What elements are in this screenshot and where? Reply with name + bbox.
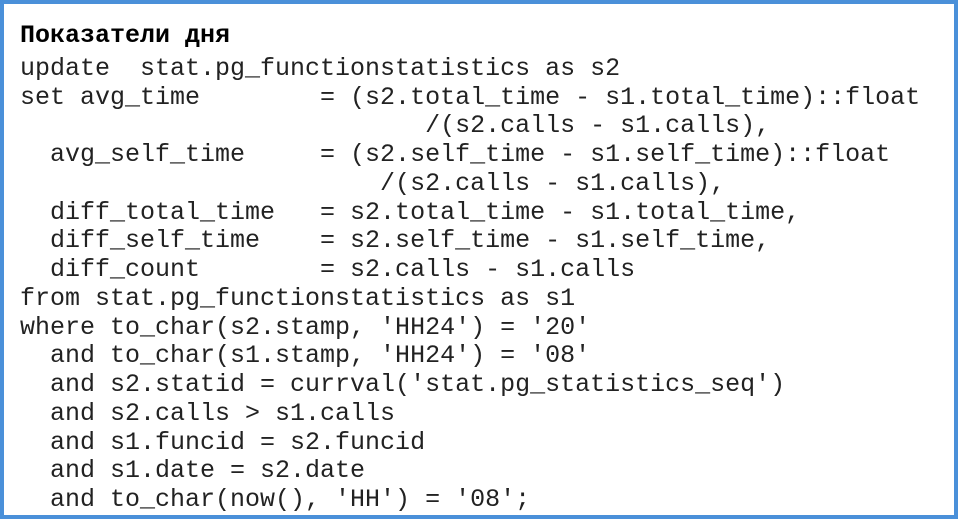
slide-title: Показатели дня: [20, 22, 938, 51]
sql-code-block: update stat.pg_functionstatistics as s2 …: [20, 55, 938, 515]
code-slide-frame: Показатели дня update stat.pg_functionst…: [0, 0, 958, 519]
